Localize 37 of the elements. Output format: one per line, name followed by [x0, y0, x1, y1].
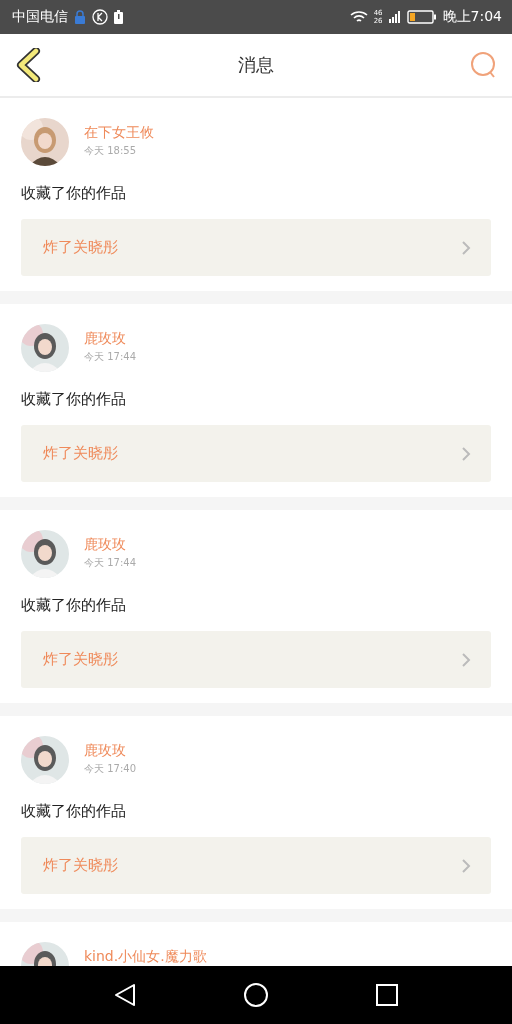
work-link[interactable]: 炸了关晓彤	[21, 219, 491, 276]
work-link[interactable]: 炸了关晓彤	[21, 837, 491, 894]
message-time: 今天 17:40	[84, 762, 136, 776]
battery-icon	[406, 10, 437, 24]
work-title: 炸了关晓彤	[43, 238, 118, 257]
user-name[interactable]: 鹿玫玫	[84, 742, 136, 758]
signal-icon	[388, 11, 401, 23]
work-title: 炸了关晓彤	[43, 444, 118, 463]
user-name[interactable]: 鹿玫玫	[84, 330, 136, 346]
clock-time: 晚上7:04	[442, 8, 502, 26]
battery-alert-icon	[114, 10, 123, 24]
work-title: 炸了关晓彤	[43, 650, 118, 669]
chevron-right-icon	[461, 445, 471, 462]
work-title: 炸了关晓彤	[43, 856, 118, 875]
k-circle-icon	[92, 9, 108, 25]
user-name[interactable]: 鹿玫玫	[84, 536, 136, 552]
message-text: 收藏了你的作品	[21, 596, 127, 615]
lock-icon	[74, 10, 86, 24]
work-link[interactable]: 炸了关晓彤	[21, 631, 491, 688]
message-time: 今天 17:44	[84, 556, 136, 570]
message-time: 今天 17:44	[84, 350, 136, 364]
chevron-right-icon	[461, 651, 471, 668]
user-name[interactable]: 在下女王攸	[84, 124, 154, 140]
page-title: 消息	[238, 53, 274, 77]
user-name[interactable]: kind.小仙女.魔力歌	[84, 948, 207, 964]
work-link[interactable]: 炸了关晓彤	[21, 425, 491, 482]
recent-square-icon[interactable]	[376, 984, 399, 1006]
message-text: 收藏了你的作品	[21, 184, 127, 203]
message-time: 今天 18:55	[84, 144, 137, 158]
home-circle-icon[interactable]	[243, 982, 269, 1008]
chevron-right-icon	[461, 239, 471, 256]
wifi-icon	[349, 10, 368, 24]
chevron-right-icon	[461, 857, 471, 874]
carrier-name: 中国电信	[12, 8, 68, 26]
back-triangle-icon[interactable]	[113, 983, 136, 1007]
message-text: 收藏了你的作品	[21, 802, 127, 821]
message-text: 收藏了你的作品	[21, 390, 127, 409]
